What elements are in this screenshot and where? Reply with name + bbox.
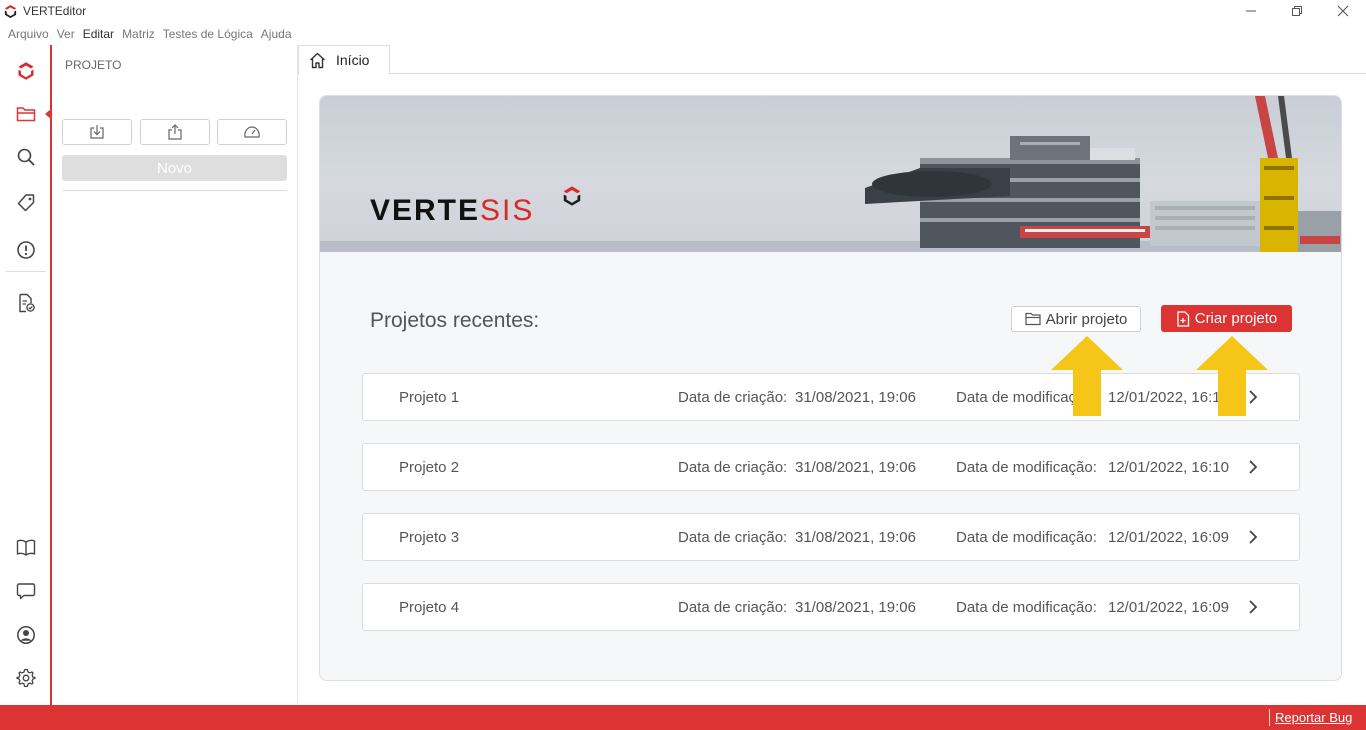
panel-title: PROJETO xyxy=(65,58,122,72)
project-name: Projeto 3 xyxy=(399,529,460,546)
menu-matriz[interactable]: Matriz xyxy=(122,27,155,41)
import-icon xyxy=(90,125,104,139)
import-button[interactable] xyxy=(62,119,132,145)
chat-icon xyxy=(16,583,36,600)
book-icon xyxy=(16,539,36,556)
activity-separator xyxy=(6,271,46,272)
gear-icon xyxy=(16,668,36,688)
chevron-right-icon xyxy=(1249,460,1258,474)
export-icon xyxy=(168,124,182,140)
restore-icon xyxy=(1292,6,1302,16)
user-circle-icon xyxy=(17,626,35,644)
brand-mark-icon xyxy=(563,186,581,206)
project-name: Projeto 4 xyxy=(399,599,460,616)
project-name: Projeto 2 xyxy=(399,459,460,476)
create-project-button[interactable]: Criar projeto xyxy=(1161,305,1292,332)
tag-icon xyxy=(17,194,35,212)
project-row[interactable]: Projeto 3 Data de criação: 31/08/2021, 1… xyxy=(362,513,1300,561)
search-icon xyxy=(17,148,35,166)
created-label: Data de criação: xyxy=(678,599,788,616)
tests-button[interactable] xyxy=(14,291,38,315)
home-icon xyxy=(310,52,325,68)
modified-label: Data de modificação: xyxy=(956,459,1097,476)
banner-image: VERTESIS xyxy=(320,96,1341,252)
problems-button[interactable] xyxy=(14,238,38,262)
menu-testes-de-logica[interactable]: Testes de Lógica xyxy=(163,27,253,41)
modified-label: Data de modificação: xyxy=(956,529,1097,546)
file-plus-icon xyxy=(1177,310,1189,327)
recent-projects-title: Projetos recentes: xyxy=(370,309,540,332)
minimize-icon xyxy=(1246,10,1256,12)
alert-circle-icon xyxy=(17,241,35,259)
close-icon xyxy=(1337,5,1349,17)
folder-icon xyxy=(16,107,36,122)
modified-value: 12/01/2022, 16:09 xyxy=(1108,599,1229,616)
folder-open-icon xyxy=(1025,312,1041,326)
created-label: Data de criação: xyxy=(678,459,788,476)
home-card: VERTESIS Projetos recentes: Abrir projet… xyxy=(319,95,1342,681)
account-button[interactable] xyxy=(14,623,38,647)
project-row[interactable]: Projeto 4 Data de criação: 31/08/2021, 1… xyxy=(362,583,1300,631)
dashboard-icon xyxy=(244,126,260,138)
status-bar: Reportar Bug xyxy=(0,705,1366,730)
brand-accent: SIS xyxy=(480,194,535,227)
tab-label: Início xyxy=(336,52,370,68)
tab-inicio[interactable]: Início xyxy=(298,45,390,75)
modified-value: 12/01/2022, 16:10 xyxy=(1108,459,1229,476)
docs-button[interactable] xyxy=(14,535,38,559)
annotation-arrow-icon xyxy=(1051,336,1123,416)
offshore-platform-illustration xyxy=(320,96,1341,252)
minimize-button[interactable] xyxy=(1228,0,1274,22)
title-bar: VERTEditor xyxy=(0,0,1366,22)
create-project-label: Criar projeto xyxy=(1194,310,1278,327)
menu-ajuda[interactable]: Ajuda xyxy=(261,27,292,41)
report-bug-link[interactable]: Reportar Bug xyxy=(1275,710,1352,725)
status-separator xyxy=(1269,709,1270,726)
created-value: 31/08/2021, 19:06 xyxy=(795,389,916,406)
open-project-button[interactable]: Abrir projeto xyxy=(1011,306,1141,332)
modified-label: Data de modificação: xyxy=(956,599,1097,616)
dashboard-button[interactable] xyxy=(217,119,287,145)
app-logo-icon xyxy=(4,4,17,18)
tab-bar: Início xyxy=(298,45,1366,75)
project-panel: PROJETO Novo xyxy=(52,45,298,705)
brand-logo: VERTESIS xyxy=(370,194,534,228)
created-label: Data de criação: xyxy=(678,389,788,406)
modified-value: 12/01/2022, 16:09 xyxy=(1108,529,1229,546)
created-value: 31/08/2021, 19:06 xyxy=(795,529,916,546)
menu-bar: Arquivo Ver Editar Matriz Testes de Lógi… xyxy=(0,24,300,44)
menu-editar[interactable]: Editar xyxy=(83,27,114,41)
brand-main: VERTE xyxy=(370,194,481,227)
feedback-button[interactable] xyxy=(14,579,38,603)
chevron-right-icon xyxy=(1249,530,1258,544)
search-button[interactable] xyxy=(14,145,38,169)
created-value: 31/08/2021, 19:06 xyxy=(795,459,916,476)
menu-ver[interactable]: Ver xyxy=(57,27,75,41)
annotation-arrow-icon xyxy=(1196,336,1268,416)
file-check-icon xyxy=(19,293,35,313)
chevron-right-icon xyxy=(1249,600,1258,614)
explorer-button[interactable] xyxy=(14,102,38,126)
restore-button[interactable] xyxy=(1274,0,1320,22)
close-button[interactable] xyxy=(1320,0,1366,22)
project-row[interactable]: Projeto 1 Data de criação: 31/08/2021, 1… xyxy=(362,373,1300,421)
settings-button[interactable] xyxy=(14,666,38,690)
open-project-label: Abrir projeto xyxy=(1045,310,1128,328)
active-indicator xyxy=(45,109,51,119)
logo-icon xyxy=(18,62,34,80)
created-value: 31/08/2021, 19:06 xyxy=(795,599,916,616)
window-title: VERTEditor xyxy=(23,4,87,18)
new-project-button[interactable]: Novo xyxy=(62,155,287,181)
project-row[interactable]: Projeto 2 Data de criação: 31/08/2021, 1… xyxy=(362,443,1300,491)
logo-button[interactable] xyxy=(14,59,38,83)
tags-button[interactable] xyxy=(14,191,38,215)
activity-bar xyxy=(0,45,52,705)
created-label: Data de criação: xyxy=(678,529,788,546)
export-button[interactable] xyxy=(140,119,210,145)
project-name: Projeto 1 xyxy=(399,389,460,406)
menu-arquivo[interactable]: Arquivo xyxy=(8,27,49,41)
panel-divider xyxy=(62,190,287,191)
